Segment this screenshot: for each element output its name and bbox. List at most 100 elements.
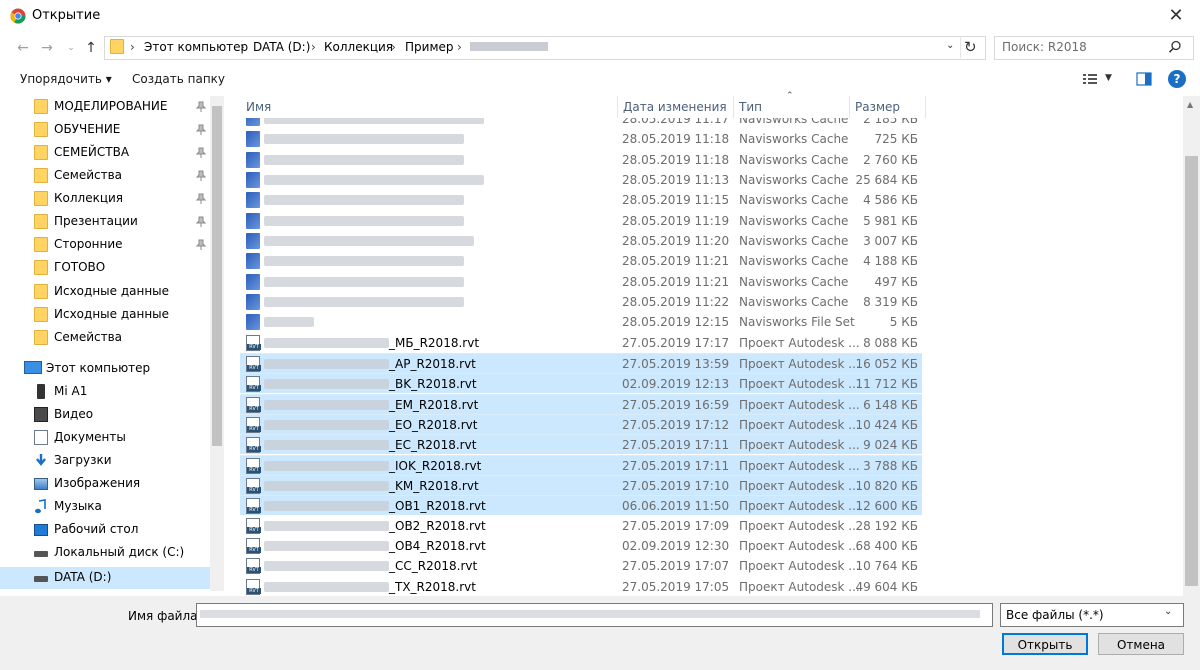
breadcrumb-separator[interactable]: › — [240, 40, 245, 54]
navigation-scrollbar-thumb[interactable] — [212, 106, 222, 446]
sidebar-item[interactable]: Исходные данные — [0, 304, 210, 326]
file-name: _KM_R2018.rvt — [389, 479, 479, 493]
sidebar-item[interactable]: Рабочий стол — [0, 519, 210, 541]
close-button[interactable]: ✕ — [1160, 4, 1192, 28]
breadcrumb-separator[interactable]: › — [391, 40, 396, 54]
file-row[interactable]: 28.05.2019 11:21 Navisworks Cache 497 КБ — [240, 272, 922, 292]
file-row[interactable]: RVT _EC_R2018.rvt 27.05.2019 17:11 Проект A… — [240, 434, 922, 454]
file-row[interactable]: 28.05.2019 11:21 Navisworks Cache 4 188 КБ — [240, 251, 922, 271]
column-divider[interactable] — [617, 96, 618, 118]
file-row[interactable]: RVT _EO_R2018.rvt 27.05.2019 17:12 Проект A… — [240, 414, 922, 434]
window-title: Открытие — [32, 8, 101, 23]
search-icon[interactable] — [1168, 40, 1182, 54]
file-row[interactable]: RVT _IOK_R2018.rvt 27.05.2019 17:11 Проект … — [240, 455, 922, 475]
sidebar-item[interactable]: Mi A1 — [0, 381, 210, 403]
sidebar-item[interactable]: Изображения — [0, 473, 210, 495]
file-row[interactable]: 28.05.2019 11:22 Navisworks Cache 8 319 КБ — [240, 292, 922, 312]
file-row[interactable]: RVT _МБ_R2018.rvt 27.05.2019 17:17 Проект A… — [240, 333, 922, 353]
sidebar-item[interactable]: Видео — [0, 404, 210, 426]
file-row[interactable]: RVT _OB2_R2018.rvt 27.05.2019 17:09 Проект … — [240, 516, 922, 536]
file-type: Проект Autodesk ... — [739, 377, 860, 391]
open-button[interactable]: Открыть — [1002, 633, 1088, 655]
file-row[interactable]: 28.05.2019 11:15 Navisworks Cache 4 586 КБ — [240, 190, 922, 210]
breadcrumb-this-pc[interactable]: Этот компьютер — [144, 40, 248, 54]
column-divider[interactable] — [733, 96, 734, 118]
file-row[interactable]: 28.05.2019 11:13 Navisworks Cache 25 684 К… — [240, 170, 922, 190]
sidebar-item[interactable]: Семейства — [0, 165, 210, 187]
column-divider[interactable] — [849, 96, 850, 118]
sidebar-item[interactable]: Локальный диск (C:) — [0, 542, 210, 564]
scroll-up-arrow[interactable]: ▲ — [1187, 100, 1193, 109]
navisworks-file-icon — [246, 274, 260, 290]
blurred-filename — [264, 216, 464, 226]
sidebar-item[interactable]: Документы — [0, 427, 210, 449]
file-date: 27.05.2019 17:11 — [622, 459, 730, 473]
sidebar-item[interactable]: Исходные данные — [0, 281, 210, 303]
file-size: 16 052 КБ — [855, 357, 918, 371]
refresh-button[interactable]: ↻ — [964, 38, 977, 56]
file-row[interactable]: RVT _AP_R2018.rvt 27.05.2019 13:59 Проект A… — [240, 353, 922, 373]
sidebar-item[interactable]: Коллекция — [0, 188, 210, 210]
blurred-folder-name[interactable] — [470, 42, 548, 51]
file-row[interactable]: RVT _OB1_R2018.rvt 06.06.2019 11:50 Проект … — [240, 495, 922, 515]
breadcrumb-separator[interactable]: › — [130, 40, 135, 54]
help-button[interactable]: ? — [1168, 70, 1186, 88]
search-input[interactable]: Поиск: R2018 — [1002, 40, 1087, 54]
sidebar-item[interactable]: Этот компьютер — [0, 358, 210, 380]
sidebar-item[interactable]: МОДЕЛИРОВАНИЕ — [0, 96, 210, 118]
file-row[interactable]: RVT _TX_R2018.rvt 27.05.2019 17:05 Проект A… — [240, 577, 922, 597]
drive-icon — [34, 551, 48, 557]
column-header-size[interactable]: Размер — [855, 100, 900, 114]
file-list-scrollbar-thumb[interactable] — [1185, 156, 1198, 586]
cancel-button[interactable]: Отмена — [1098, 633, 1184, 655]
file-row[interactable]: RVT _EM_R2018.rvt 27.05.2019 16:59 Проект A… — [240, 394, 922, 414]
address-dropdown-button[interactable]: ⌄ — [946, 40, 954, 51]
breadcrumb-separator[interactable]: › — [311, 40, 316, 54]
recent-locations-button[interactable]: ⌄ — [60, 38, 82, 58]
view-options-button[interactable] — [1082, 72, 1098, 86]
new-folder-button[interactable]: Создать папку — [132, 72, 225, 86]
file-row[interactable]: RVT _KM_R2018.rvt 27.05.2019 17:10 Проект A… — [240, 475, 922, 495]
column-header-date[interactable]: Дата изменения — [623, 100, 727, 114]
file-row[interactable]: RVT _CC_R2018.rvt 27.05.2019 17:07 Проект A… — [240, 556, 922, 576]
file-size: 4 188 КБ — [863, 254, 918, 268]
sidebar-item[interactable]: ОБУЧЕНИЕ — [0, 119, 210, 141]
file-row[interactable]: 28.05.2019 11:19 Navisworks Cache 5 981 КБ — [240, 211, 922, 231]
sidebar-item[interactable]: Семейства — [0, 327, 210, 349]
revit-file-icon: RVT — [246, 335, 261, 351]
title-bar — [0, 0, 1200, 32]
file-row[interactable]: 28.05.2019 11:20 Navisworks Cache 3 007 КБ — [240, 231, 922, 251]
file-type: Проект Autodesk ... — [739, 539, 860, 553]
sidebar-item[interactable]: Загрузки — [0, 450, 210, 472]
column-header-name[interactable]: Имя — [246, 100, 271, 114]
breadcrumb-collection[interactable]: Коллекция — [324, 40, 393, 54]
file-date: 06.06.2019 11:50 — [622, 499, 730, 513]
up-button[interactable]: ↑ — [80, 38, 102, 58]
file-row[interactable]: 28.05.2019 11:18 Navisworks Cache 2 760 КБ — [240, 150, 922, 170]
preview-pane-button[interactable] — [1136, 72, 1152, 86]
sidebar-item[interactable]: DATA (D:) — [0, 567, 210, 589]
file-row[interactable]: 28.05.2019 11:18 Navisworks Cache 725 КБ — [240, 129, 922, 149]
revit-file-icon: RVT — [246, 558, 261, 574]
file-row[interactable]: 28.05.2019 12:15 Navisworks File Set 5 КБ — [240, 312, 922, 332]
sidebar-item[interactable]: Музыка — [0, 496, 210, 518]
column-header-type[interactable]: Тип — [739, 100, 762, 114]
sidebar-item[interactable]: ГОТОВО — [0, 257, 210, 279]
view-dropdown-button[interactable]: ▼ — [1105, 73, 1112, 83]
drive-icon — [34, 576, 48, 582]
file-row[interactable]: RVT _BK_R2018.rvt 02.09.2019 12:13 Проект A… — [240, 373, 922, 393]
file-size: 8 088 КБ — [863, 336, 918, 350]
sidebar-item[interactable]: СЕМЕЙСТВА — [0, 142, 210, 164]
sidebar-item-label: Документы — [54, 430, 126, 444]
forward-button[interactable]: → — [36, 38, 58, 58]
column-divider[interactable] — [925, 96, 926, 118]
back-button[interactable]: ← — [12, 38, 34, 58]
sidebar-item[interactable]: Презентации — [0, 211, 210, 233]
breadcrumb-data-drive[interactable]: DATA (D:) — [253, 40, 310, 54]
sidebar-item[interactable]: Сторонние — [0, 234, 210, 256]
breadcrumb-example[interactable]: Пример — [405, 40, 454, 54]
breadcrumb-separator[interactable]: › — [457, 40, 462, 54]
organize-button[interactable]: Упорядочить ▾ — [20, 72, 112, 86]
file-row[interactable]: RVT _OB4_R2018.rvt 02.09.2019 12:30 Проект … — [240, 536, 922, 556]
sidebar-item-label: Рабочий стол — [54, 522, 139, 536]
